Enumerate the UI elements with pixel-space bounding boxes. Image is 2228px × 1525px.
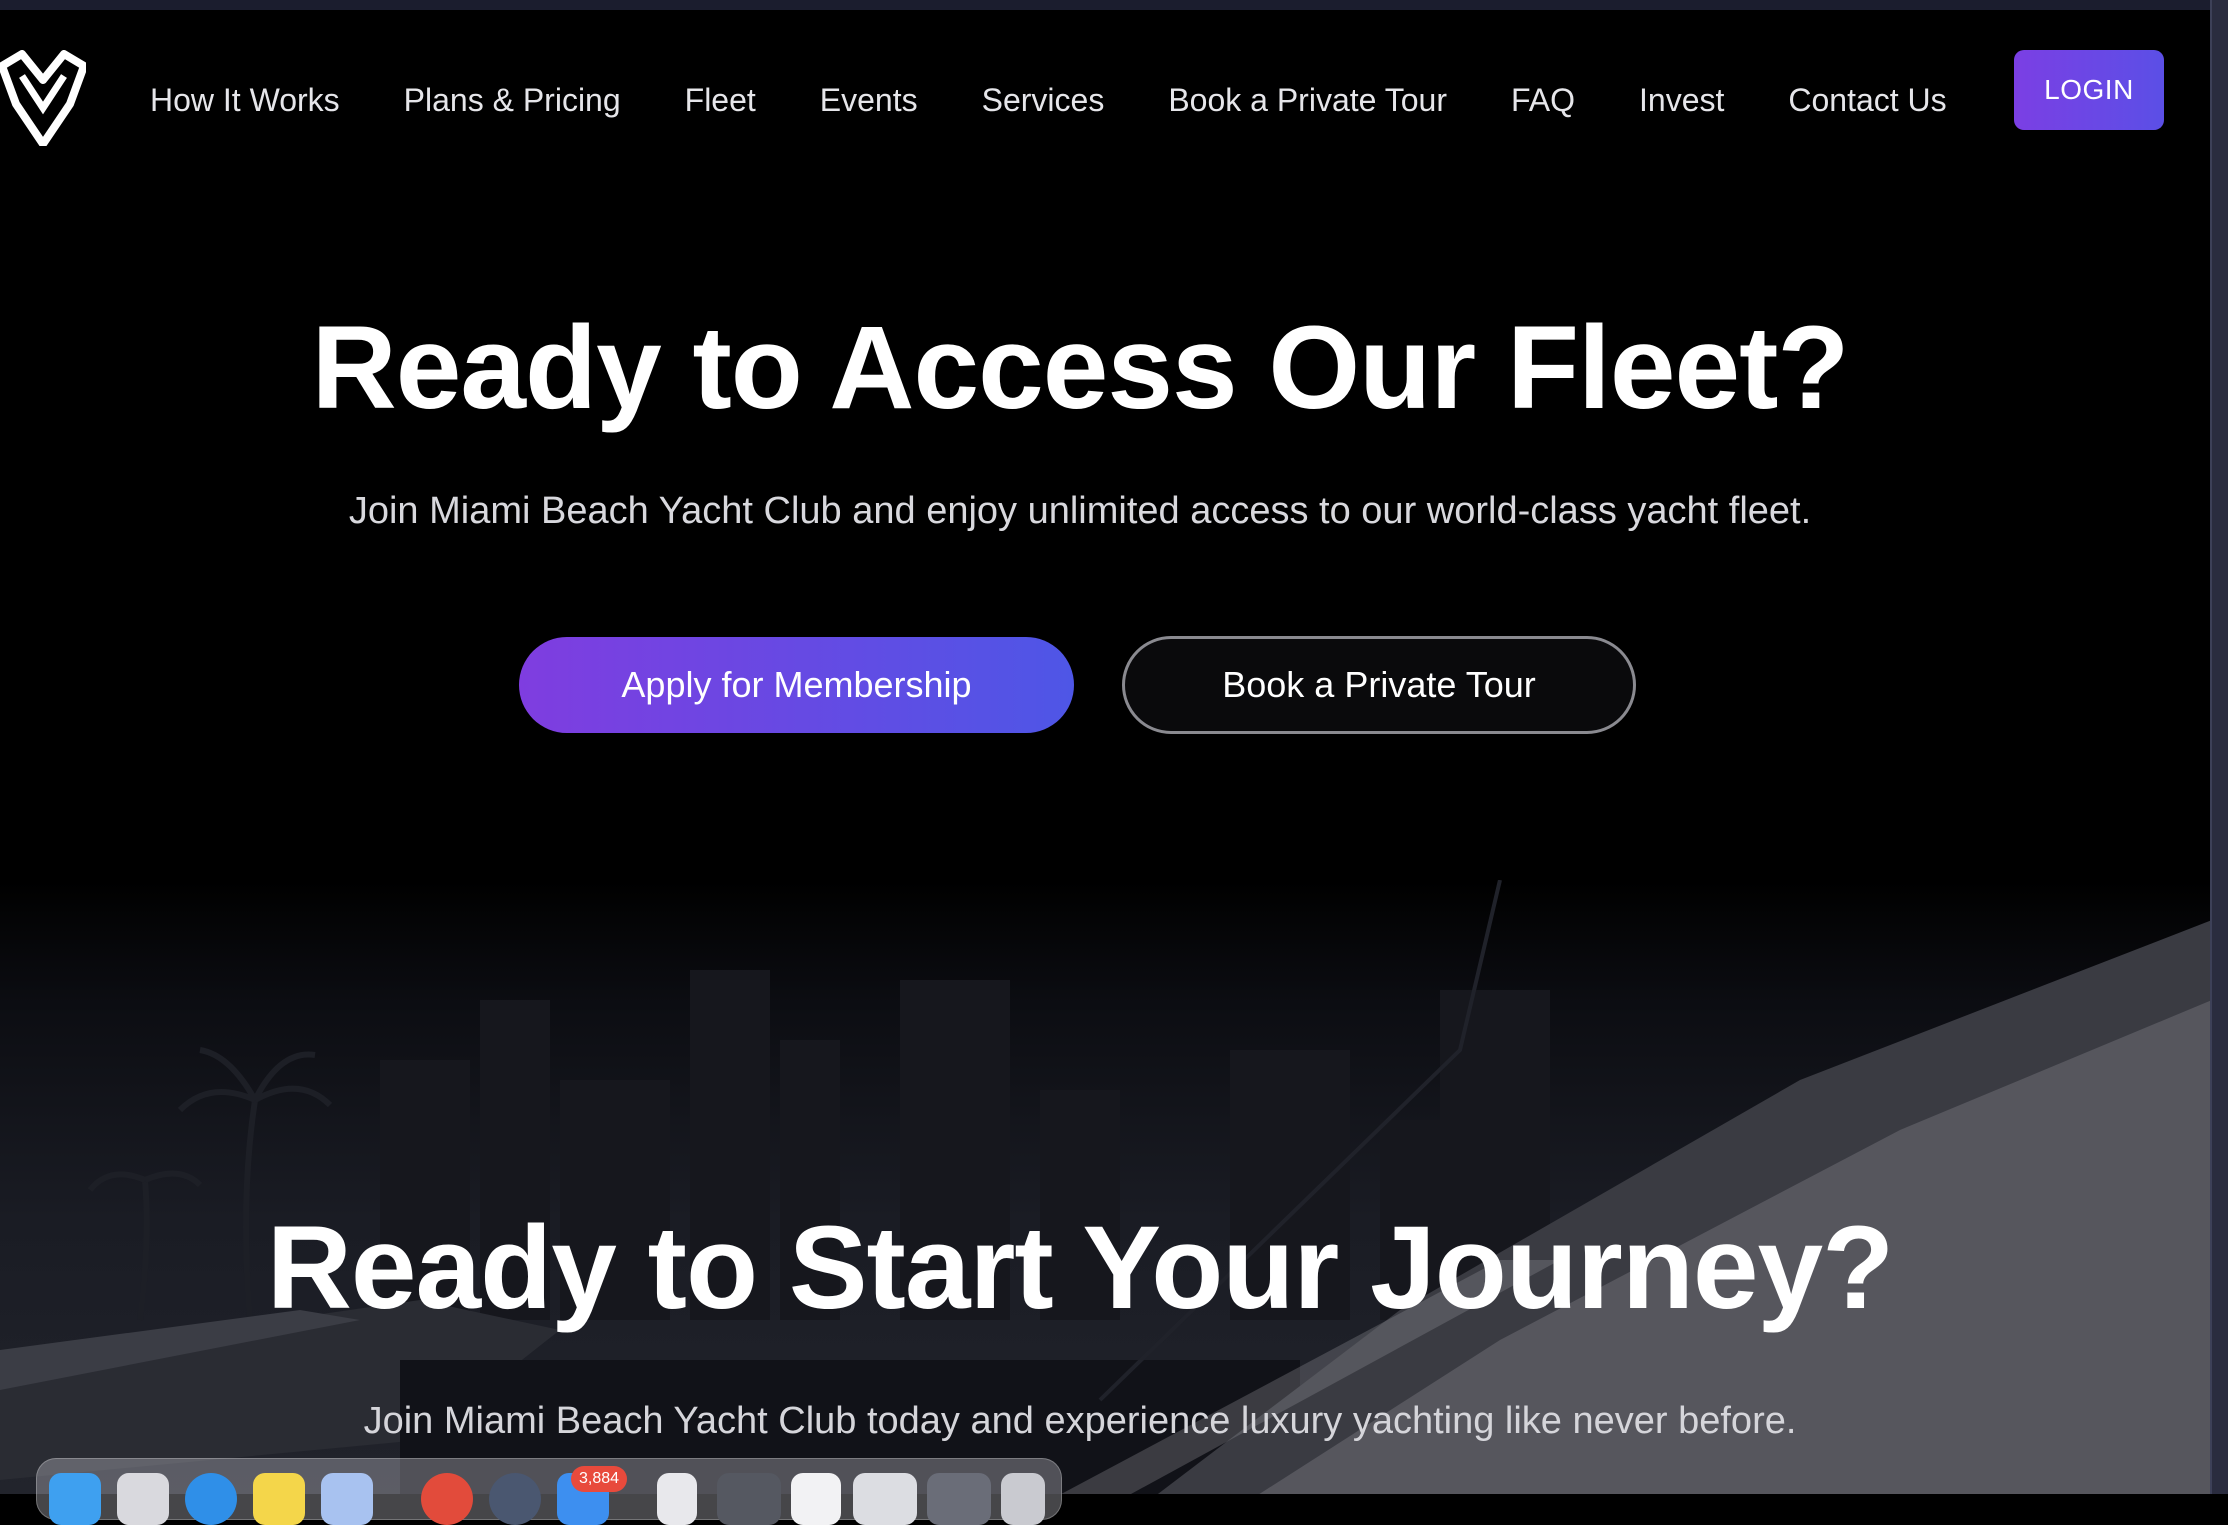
nav-link-contact[interactable]: Contact Us	[1788, 70, 1946, 130]
journey-cta-subtitle: Join Miami Beach Yacht Club today and ex…	[363, 1400, 1797, 1442]
nav-link-events[interactable]: Events	[820, 70, 918, 130]
nav-link-book-tour[interactable]: Book a Private Tour	[1168, 70, 1447, 130]
window-top-strip	[0, 0, 2228, 10]
top-navigation: How It Works Plans & Pricing Fleet Event…	[0, 10, 2212, 180]
web-page: How It Works Plans & Pricing Fleet Event…	[0, 10, 2212, 1494]
nav-link-invest[interactable]: Invest	[1639, 70, 1724, 130]
fleet-cta-title: Ready to Access Our Fleet?	[311, 302, 1850, 434]
finder-icon[interactable]	[49, 1473, 101, 1525]
macos-dock	[36, 1458, 1062, 1525]
apply-membership-button[interactable]: Apply for Membership	[519, 637, 1074, 733]
nav-link-plans-pricing[interactable]: Plans & Pricing	[404, 70, 621, 130]
mail-unread-badge: 3,884	[571, 1466, 628, 1492]
nav-link-services[interactable]: Services	[982, 70, 1105, 130]
preview-icon[interactable]	[321, 1473, 373, 1525]
safari-icon[interactable]	[185, 1473, 237, 1525]
login-button[interactable]: LOGIN	[2014, 50, 2164, 130]
window-thumb-icon[interactable]	[927, 1473, 991, 1525]
fleet-cta-subtitle: Join Miami Beach Yacht Club and enjoy un…	[348, 490, 1812, 532]
quicktime-icon[interactable]	[489, 1473, 541, 1525]
journey-cta-section: Ready to Start Your Journey? Join Miami …	[0, 880, 2212, 1494]
trash-icon[interactable]	[1001, 1473, 1045, 1525]
journey-cta-title: Ready to Start Your Journey?	[266, 1202, 1895, 1334]
window-thumb-icon[interactable]	[853, 1473, 917, 1525]
notes-icon[interactable]	[253, 1473, 305, 1525]
fleet-cta-section: Ready to Access Our Fleet? Join Miami Be…	[0, 180, 2212, 880]
window-thumb-icon[interactable]	[717, 1473, 781, 1525]
nav-link-fleet[interactable]: Fleet	[685, 70, 756, 130]
window-edge	[2210, 0, 2228, 1494]
launchpad-icon[interactable]	[117, 1473, 169, 1525]
document-icon[interactable]	[657, 1473, 697, 1525]
nav-link-faq[interactable]: FAQ	[1511, 70, 1575, 130]
book-private-tour-button[interactable]: Book a Private Tour	[1122, 636, 1636, 734]
site-logo-icon[interactable]	[0, 46, 88, 148]
sheet-icon[interactable]	[791, 1473, 841, 1525]
nav-links: How It Works Plans & Pricing Fleet Event…	[150, 70, 2011, 130]
chrome-icon[interactable]	[421, 1473, 473, 1525]
nav-link-how-it-works[interactable]: How It Works	[150, 70, 340, 130]
